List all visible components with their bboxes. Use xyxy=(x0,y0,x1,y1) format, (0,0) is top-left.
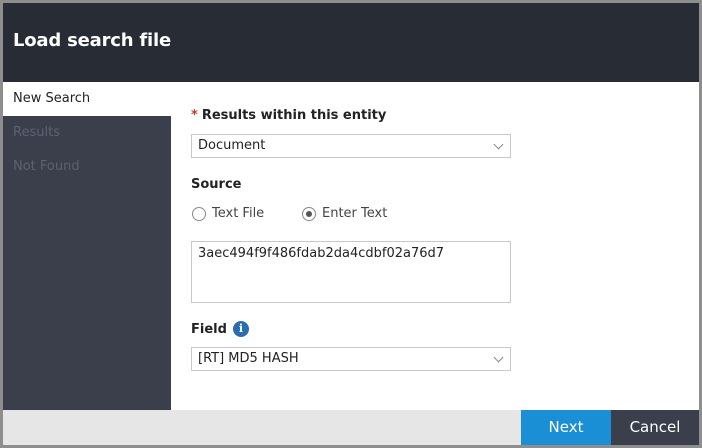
source-label: Source xyxy=(191,177,241,192)
load-search-file-dialog: Load search file New Search Results Not … xyxy=(0,0,702,448)
cancel-button[interactable]: Cancel xyxy=(611,410,699,445)
radio-enter-text[interactable]: Enter Text xyxy=(302,206,387,221)
next-button[interactable]: Next xyxy=(521,410,611,445)
info-icon[interactable]: i xyxy=(233,321,249,337)
field-label: Field xyxy=(191,322,227,337)
radio-enter-text-label: Enter Text xyxy=(322,206,387,221)
radio-text-file[interactable]: Text File xyxy=(192,206,264,221)
field-select[interactable]: [RT] MD5 HASH xyxy=(191,347,511,371)
radio-text-file-label: Text File xyxy=(212,206,264,221)
sidebar-item-results[interactable]: Results xyxy=(3,116,171,150)
chevron-down-icon xyxy=(494,353,504,363)
results-within-label-text: Results within this entity xyxy=(202,108,387,123)
dialog-footer: Next Cancel xyxy=(3,410,699,445)
results-within-label: * Results within this entity xyxy=(191,108,386,123)
results-within-select[interactable]: Document xyxy=(191,134,511,158)
form-content: * Results within this entity Document Sou… xyxy=(171,82,699,410)
source-text-input[interactable]: 3aec494f9f486fdab2da4cdbf02a76d7 xyxy=(191,241,511,303)
radio-selected-icon xyxy=(302,207,316,221)
chevron-down-icon xyxy=(494,140,504,150)
sidebar-item-not-found[interactable]: Not Found xyxy=(3,150,171,184)
required-mark: * xyxy=(191,108,198,123)
dialog-header: Load search file xyxy=(3,3,699,82)
radio-circle-icon xyxy=(192,207,206,221)
wizard-sidebar: New Search Results Not Found xyxy=(3,82,171,410)
results-within-value: Document xyxy=(198,138,265,153)
field-value: [RT] MD5 HASH xyxy=(198,351,299,366)
sidebar-item-new-search[interactable]: New Search xyxy=(3,82,171,116)
dialog-title: Load search file xyxy=(13,30,171,51)
